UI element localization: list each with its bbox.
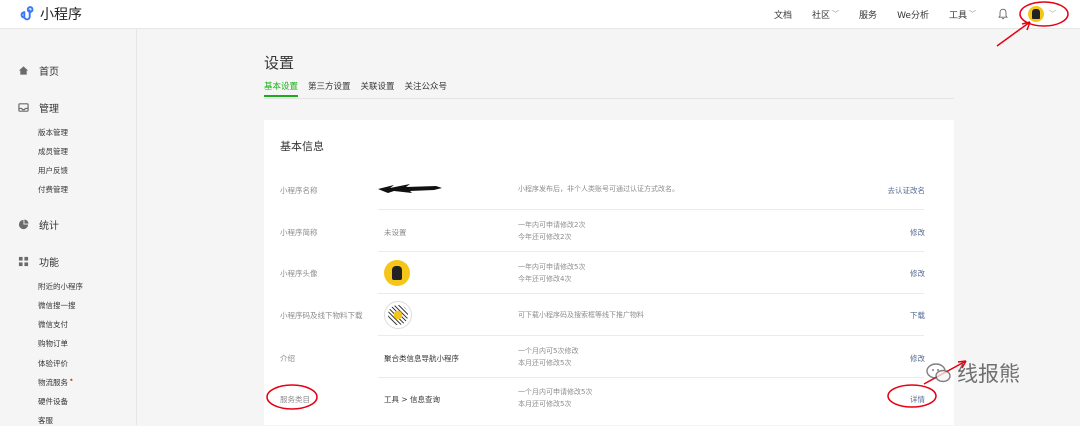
- app-title: 小程序: [40, 7, 82, 23]
- sidebar-subitem-logistics[interactable]: 物流服务•: [38, 376, 74, 388]
- sidebar-item-label: 首页: [39, 67, 59, 78]
- redacted-name-scribble: [378, 184, 442, 193]
- nav-tools[interactable]: 工具 ﹀: [949, 8, 976, 21]
- chevron-down-icon: ﹀: [1049, 10, 1056, 18]
- row-value: 工具 > 信息查询: [384, 395, 441, 404]
- basic-info-card: 基本信息 小程序名称 小程序发布后，非个人类账号可通过认证方式改名。 去认证改名…: [264, 120, 954, 425]
- sidebar-subitem-search[interactable]: 微信搜一搜: [38, 300, 76, 311]
- sidebar-subitem-version[interactable]: 版本管理: [38, 127, 68, 138]
- sidebar: 首页 管理 版本管理 成员管理 用户反馈 付费管理 统计 功能 附近的小程序 微…: [0, 29, 137, 425]
- tab-third-party[interactable]: 第三方设置: [308, 80, 351, 97]
- wechat-icon: [926, 363, 951, 383]
- row-hint-line2: 本月还可修改5次: [518, 400, 572, 408]
- nav-docs[interactable]: 文档: [774, 8, 792, 21]
- edit-intro-link[interactable]: 修改: [910, 353, 925, 364]
- avatar: [1028, 6, 1044, 22]
- sidebar-subitem-hardware[interactable]: 硬件设备: [38, 396, 68, 407]
- edit-short-name-link[interactable]: 修改: [910, 227, 925, 238]
- row-hint-line1: 一年内可申请修改2次: [518, 221, 586, 229]
- row-label: 小程序头像: [280, 269, 318, 278]
- nav-we-analytics-label: We分析: [897, 10, 929, 21]
- sidebar-subitem-service[interactable]: 客服: [38, 415, 53, 426]
- row-hint-line1: 一个月内可申请修改5次: [518, 388, 593, 396]
- section-title: 基本信息: [280, 140, 324, 153]
- nav-docs-label: 文档: [774, 10, 793, 21]
- watermark-text: 线报熊: [957, 362, 1020, 386]
- row-hint-line2: 今年还可修改4次: [518, 275, 572, 283]
- home-icon: [18, 66, 29, 75]
- info-row-short-name: 小程序简称 未设置 一年内可申请修改2次 今年还可修改2次 修改: [280, 210, 940, 252]
- tab-basic-settings[interactable]: 基本设置: [264, 80, 299, 97]
- edit-avatar-link[interactable]: 修改: [910, 268, 925, 279]
- tab-associations[interactable]: 关联设置: [361, 80, 395, 97]
- category-details-link[interactable]: 详情: [910, 394, 925, 405]
- nav-services-label: 服务: [859, 10, 878, 21]
- new-badge-dot: •: [69, 376, 74, 385]
- sidebar-item-features[interactable]: 功能: [18, 254, 59, 269]
- row-value: 未设置: [384, 228, 407, 237]
- page-title: 设置: [264, 54, 295, 72]
- row-label: 小程序简称: [280, 228, 318, 237]
- grid-icon: [18, 256, 29, 267]
- nav-community-label: 社区: [812, 10, 831, 21]
- sidebar-subitem-nearby[interactable]: 附近的小程序: [38, 281, 83, 292]
- sidebar-item-manage[interactable]: 管理: [18, 100, 59, 115]
- sidebar-item-stats[interactable]: 统计: [18, 217, 59, 232]
- row-label: 介绍: [280, 354, 295, 363]
- row-hint-line1: 一年内可申请修改5次: [518, 263, 586, 271]
- top-nav: 文档 社区 ﹀ 服务 We分析 工具 ﹀ ﹀: [754, 0, 1062, 28]
- sidebar-subitem-label: 物流服务: [38, 378, 68, 387]
- row-label: 小程序名称: [280, 186, 318, 195]
- row-hint-line2: 本月还可修改5次: [518, 359, 572, 367]
- pie-chart-icon: [18, 219, 29, 230]
- tab-follow-official-account[interactable]: 关注公众号: [405, 80, 448, 97]
- row-value: 聚合类信息导航小程序: [384, 354, 459, 363]
- row-hint: 可下载小程序码及搜索框等线下推广物料: [518, 311, 644, 319]
- info-row-name: 小程序名称 小程序发布后，非个人类账号可通过认证方式改名。 去认证改名: [280, 172, 940, 210]
- download-materials-link[interactable]: 下载: [910, 310, 925, 321]
- top-bar: 小程序 文档 社区 ﹀ 服务 We分析 工具 ﹀ ﹀: [0, 0, 1080, 29]
- chevron-down-icon: ﹀: [969, 10, 976, 18]
- row-label: 小程序码及线下物料下载: [280, 311, 363, 320]
- miniprogram-logo-icon: [20, 6, 34, 21]
- sidebar-subitem-feedback[interactable]: 用户反馈: [38, 165, 68, 176]
- app-avatar-image[interactable]: [384, 260, 410, 286]
- row-hint-line2: 今年还可修改2次: [518, 233, 572, 241]
- row-hint-line1: 一个月内可5次修改: [518, 347, 579, 355]
- nav-tools-label: 工具: [948, 10, 967, 21]
- inbox-icon: [18, 103, 29, 112]
- settings-tabs: 基本设置 第三方设置 关联设置 关注公众号: [264, 80, 954, 99]
- watermark: 线报熊: [925, 358, 1020, 388]
- sidebar-item-label: 管理: [39, 104, 59, 115]
- mini-program-code-image: [384, 301, 412, 329]
- sidebar-subitem-pay[interactable]: 微信支付: [38, 319, 68, 330]
- sidebar-item-label: 统计: [39, 221, 59, 232]
- nav-we-analytics[interactable]: We分析: [897, 8, 929, 21]
- sidebar-subitem-reviews[interactable]: 体验评价: [38, 358, 68, 369]
- sidebar-subitem-orders[interactable]: 购物订单: [38, 338, 68, 349]
- app-logo[interactable]: 小程序: [18, 4, 82, 24]
- nav-community[interactable]: 社区 ﹀: [812, 8, 839, 21]
- nav-services[interactable]: 服务: [859, 8, 877, 21]
- info-row-qrcode: 小程序码及线下物料下载 可下载小程序码及搜索框等线下推广物料 下载: [280, 294, 940, 336]
- sidebar-subitem-members[interactable]: 成员管理: [38, 146, 68, 157]
- row-hint: 小程序发布后，非个人类账号可通过认证方式改名。: [518, 185, 679, 193]
- sidebar-item-label: 功能: [39, 258, 59, 269]
- sidebar-subitem-payment[interactable]: 付费管理: [38, 184, 68, 195]
- verify-rename-link[interactable]: 去认证改名: [888, 185, 926, 196]
- sidebar-item-home[interactable]: 首页: [18, 63, 59, 78]
- row-label: 服务类目: [280, 395, 310, 404]
- info-row-intro: 介绍 聚合类信息导航小程序 一个月内可5次修改 本月还可修改5次 修改: [280, 336, 940, 378]
- bell-icon[interactable]: [998, 8, 1008, 20]
- info-row-category: 服务类目 工具 > 信息查询 一个月内可申请修改5次 本月还可修改5次 详情: [280, 378, 940, 420]
- info-row-avatar: 小程序头像 一年内可申请修改5次 今年还可修改4次 修改: [280, 252, 940, 294]
- account-menu[interactable]: ﹀: [1028, 6, 1056, 22]
- chevron-down-icon: ﹀: [832, 10, 840, 18]
